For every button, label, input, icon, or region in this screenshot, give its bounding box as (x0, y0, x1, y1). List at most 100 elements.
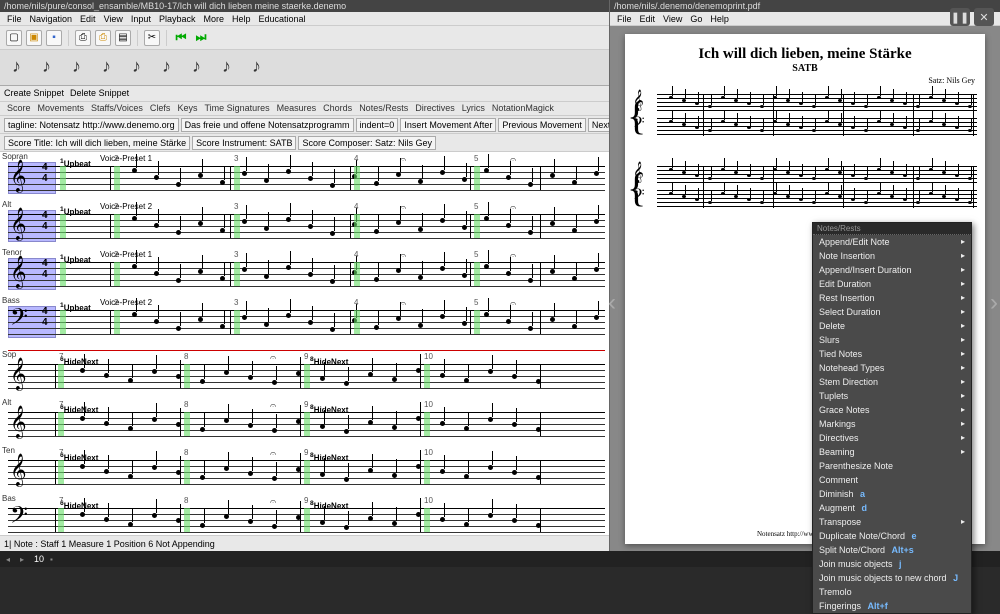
staff-alt-2[interactable]: Alt 𝄞 6HideNext 8HideNext78910𝄐 (0, 398, 609, 446)
staff-sopran[interactable]: Sopran 𝄞 44 1Upbeat Voice-Preset 1 2345𝄐… (0, 152, 609, 200)
menu-edit[interactable]: Edit (77, 14, 99, 24)
note-duration-icon[interactable] (162, 56, 172, 80)
next-page-icon[interactable]: › (990, 289, 998, 317)
menu-item-augment[interactable]: Augment d (813, 501, 971, 515)
note-duration-icon[interactable] (12, 56, 22, 80)
tab-notes[interactable]: Notes/Rests (356, 103, 411, 114)
print-preview-icon[interactable]: ⎙ (95, 30, 111, 46)
expand-icon[interactable]: ▪ (50, 555, 58, 563)
menu-educational[interactable]: Educational (256, 14, 309, 24)
menu-more[interactable]: More (200, 14, 227, 24)
note-duration-icon[interactable] (192, 56, 202, 80)
previous-movement-button[interactable]: Previous Movement (498, 118, 586, 132)
menu-item-stem-direction[interactable]: Stem Direction (813, 375, 971, 389)
menu-help[interactable]: Help (229, 14, 254, 24)
tab-score[interactable]: Score (4, 103, 34, 114)
menu-item-tied-notes[interactable]: Tied Notes (813, 347, 971, 361)
note-palette[interactable] (0, 50, 609, 86)
menu-view[interactable]: View (101, 14, 126, 24)
menu-help-r[interactable]: Help (707, 14, 732, 24)
tagline-field[interactable]: tagline: Notensatz http://www.denemo.org (4, 118, 179, 132)
tab-timesig[interactable]: Time Signatures (201, 103, 272, 114)
rewind-icon[interactable]: ⏮ (173, 30, 189, 46)
staff-sop-2[interactable]: Sop 𝄞 6HideNext 8HideNext78910𝄐 (0, 350, 609, 398)
score-composer-field[interactable]: Score Composer: Satz: Nils Gey (298, 136, 436, 150)
menu-item-tuplets[interactable]: Tuplets (813, 389, 971, 403)
menu-item-slurs[interactable]: Slurs (813, 333, 971, 347)
note-duration-icon[interactable] (42, 56, 52, 80)
staff-ten-2[interactable]: Ten 𝄞 6HideNext 8HideNext78910𝄐 (0, 446, 609, 494)
menu-item-note-insertion[interactable]: Note Insertion (813, 249, 971, 263)
menu-item-tremolo[interactable]: Tremolo (813, 585, 971, 599)
desc-field[interactable]: Das freie und offene Notensatzprogramm (181, 118, 354, 132)
menu-item-edit-duration[interactable]: Edit Duration (813, 277, 971, 291)
pause-button[interactable]: ❚❚ (950, 8, 970, 26)
tab-chords[interactable]: Chords (320, 103, 355, 114)
prev-page-icon[interactable]: ‹ (608, 289, 616, 317)
cut-icon[interactable]: ✂ (144, 30, 160, 46)
tab-lyrics[interactable]: Lyrics (459, 103, 488, 114)
menu-go-r[interactable]: Go (687, 14, 705, 24)
new-icon[interactable]: ▢ (6, 30, 22, 46)
next-movement-button[interactable]: Next Movement (588, 118, 609, 132)
menu-item-transpose[interactable]: Transpose (813, 515, 971, 529)
save-icon[interactable]: ▪ (46, 30, 62, 46)
open-icon[interactable]: ▣ (26, 30, 42, 46)
collapse-left-icon[interactable]: ◂ (6, 555, 14, 563)
menu-item-duplicate-note-chord[interactable]: Duplicate Note/Chord e (813, 529, 971, 543)
close-button[interactable]: ✕ (974, 8, 994, 26)
menu-item-beaming[interactable]: Beaming (813, 445, 971, 459)
notes-region[interactable] (60, 208, 605, 240)
score-area[interactable]: Sopran 𝄞 44 1Upbeat Voice-Preset 1 2345𝄐… (0, 152, 609, 535)
menu-file[interactable]: File (4, 14, 25, 24)
delete-snippet-button[interactable]: Delete Snippet (70, 88, 129, 99)
menu-item-notehead-types[interactable]: Notehead Types (813, 361, 971, 375)
note-duration-icon[interactable] (252, 56, 262, 80)
staff-bass[interactable]: Bass 𝄢 44 1Upbeat Voice-Preset 2 2345𝄐𝄐 (0, 296, 609, 344)
menu-edit-r[interactable]: Edit (637, 14, 659, 24)
tab-directives[interactable]: Directives (412, 103, 458, 114)
staff-bas-2[interactable]: Bas 𝄢 6HideNext 8HideNext78910𝄐 (0, 494, 609, 535)
note-duration-icon[interactable] (132, 56, 142, 80)
collapse-right-icon[interactable]: ▸ (20, 555, 28, 563)
note-duration-icon[interactable] (222, 56, 232, 80)
menu-item-directives[interactable]: Directives (813, 431, 971, 445)
notes-region[interactable] (60, 256, 605, 288)
menu-file-r[interactable]: File (614, 14, 635, 24)
menu-navigation[interactable]: Navigation (27, 14, 76, 24)
notes-region[interactable] (60, 160, 605, 192)
tab-movements[interactable]: Movements (35, 103, 88, 114)
menu-item-comment[interactable]: Comment (813, 473, 971, 487)
note-duration-icon[interactable] (102, 56, 112, 80)
menu-item-append-insert-duration[interactable]: Append/Insert Duration (813, 263, 971, 277)
menu-input[interactable]: Input (128, 14, 154, 24)
indent-field[interactable]: indent=0 (356, 118, 399, 132)
tab-measures[interactable]: Measures (274, 103, 320, 114)
menu-item-markings[interactable]: Markings (813, 417, 971, 431)
menu-item-grace-notes[interactable]: Grace Notes (813, 403, 971, 417)
insert-movement-after-button[interactable]: Insert Movement After (400, 118, 496, 132)
forward-icon[interactable]: ⏭ (193, 30, 209, 46)
menu-item-delete[interactable]: Delete (813, 319, 971, 333)
notes-region[interactable] (60, 304, 605, 336)
menu-view-r[interactable]: View (660, 14, 685, 24)
menu-item-split-note-chord[interactable]: Split Note/Chord Alt+s (813, 543, 971, 557)
menu-item-append-edit-note[interactable]: Append/Edit Note (813, 235, 971, 249)
menu-item-rest-insertion[interactable]: Rest Insertion (813, 291, 971, 305)
staff-alt[interactable]: Alt 𝄞 44 1Upbeat Voice-Preset 2 2345𝄐𝄐 (0, 200, 609, 248)
tab-keys[interactable]: Keys (174, 103, 200, 114)
export-icon[interactable]: ▤ (115, 30, 131, 46)
menu-item-select-duration[interactable]: Select Duration (813, 305, 971, 319)
menu-playback[interactable]: Playback (156, 14, 199, 24)
create-snippet-button[interactable]: Create Snippet (4, 88, 64, 99)
score-title-field[interactable]: Score Title: Ich will dich lieben, meine… (4, 136, 190, 150)
staff-tenor[interactable]: Tenor 𝄞 44 1Upbeat Voice-Preset 1 2345𝄐𝄐 (0, 248, 609, 296)
menu-item-diminish[interactable]: Diminish a (813, 487, 971, 501)
menu-item-join-music-objects[interactable]: Join music objects j (813, 557, 971, 571)
menu-item-join-music-objects-to-new-chord[interactable]: Join music objects to new chord J (813, 571, 971, 585)
score-instrument-field[interactable]: Score Instrument: SATB (192, 136, 296, 150)
menu-item-parenthesize-note[interactable]: Parenthesize Note (813, 459, 971, 473)
tab-clefs[interactable]: Clefs (147, 103, 174, 114)
note-duration-icon[interactable] (72, 56, 82, 80)
tab-notationmagick[interactable]: NotationMagick (489, 103, 557, 114)
